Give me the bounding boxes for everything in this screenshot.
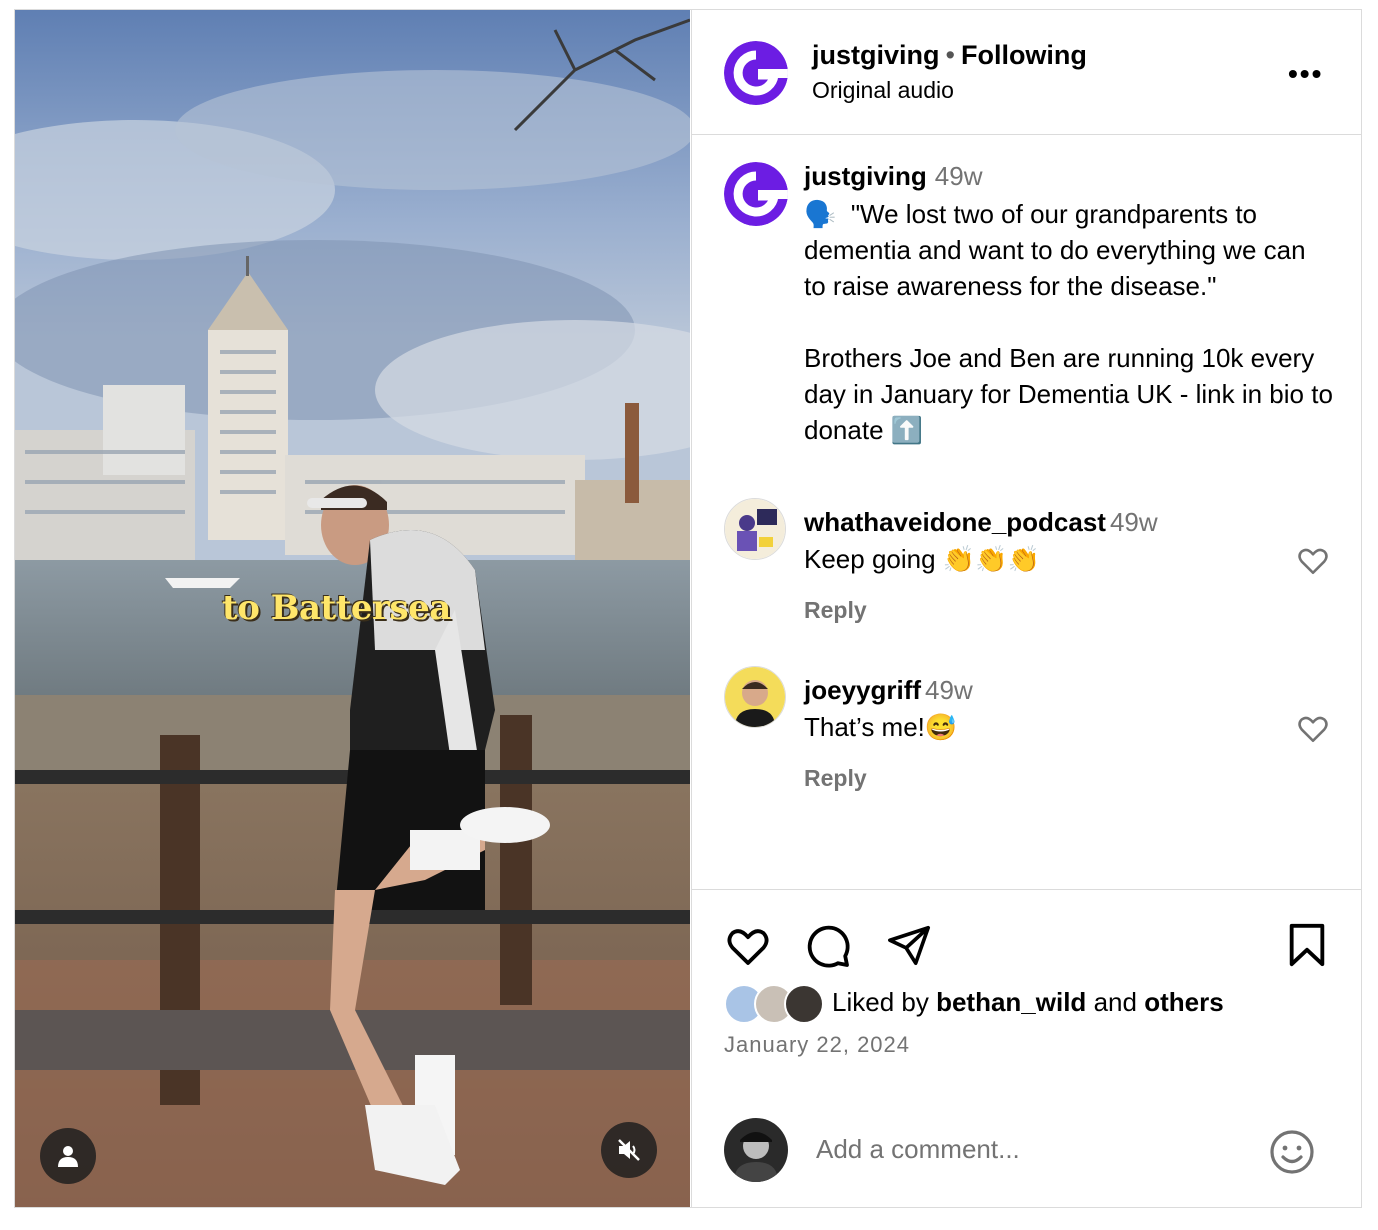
save-bookmark-icon[interactable] [1284,922,1330,968]
speaking-head-emoji: 🗣️ [804,199,837,229]
comment-meta: whathaveidone_podcast 49w [804,507,1158,538]
justgiving-avatar[interactable] [724,41,788,105]
caption-avatar[interactable] [724,162,788,226]
comment-avatar[interactable] [724,666,786,728]
comment-username[interactable]: whathaveidone_podcast [804,507,1106,537]
liker-avatar [784,984,824,1024]
caption-username[interactable]: justgiving [804,161,927,191]
post-details-panel: justgiving • Following Original audio ••• … [691,10,1362,1207]
caption-text-2: Brothers Joe and Ben are running 10k eve… [804,343,1333,445]
header-username[interactable]: justgiving [812,40,940,70]
original-audio-link[interactable]: Original audio [812,77,954,104]
speaker-muted-icon [618,1139,640,1161]
comment-bubble-icon[interactable] [804,922,852,970]
video-player[interactable]: to Battersea [15,10,690,1207]
post-actions: Liked by bethan_wild and others January … [692,889,1362,1208]
caption-paragraph-2: Brothers Joe and Ben are running 10k eve… [804,340,1334,448]
comments-section[interactable]: justgiving 49w 🗣️ "We lost two of our gra… [692,135,1362,889]
like-heart-icon[interactable] [724,922,772,970]
emoji-picker-icon[interactable] [1268,1128,1316,1176]
liked-by-avatars[interactable] [724,984,834,1024]
following-button[interactable]: Following [961,40,1087,70]
liked-prefix: Liked by [832,987,929,1017]
comment-like-heart-icon[interactable] [1296,543,1330,577]
more-options-button[interactable]: ••• [1288,58,1323,90]
justgiving-logo-icon [724,162,788,226]
comment-text: Keep going 👏👏👏 [804,544,1040,574]
person-icon [58,1146,78,1167]
liked-user-link[interactable]: bethan_wild [936,987,1086,1017]
liked-and: and [1093,987,1137,1017]
comment-meta: joeyygriff 49w [804,675,973,706]
comment-like-heart-icon[interactable] [1296,711,1330,745]
reply-button[interactable]: Reply [804,597,867,624]
caption-paragraph-1: 🗣️ "We lost two of our grandparents to d… [804,196,1334,304]
caption-text-1: "We lost two of our grandparents to deme… [804,199,1306,301]
post-header: justgiving • Following Original audio ••• [692,10,1362,135]
tagged-users-button[interactable] [40,1128,96,1184]
comment-time[interactable]: 49w [1110,507,1158,537]
share-send-icon[interactable] [886,922,932,968]
podcast-avatar-icon [725,499,785,559]
comment-time[interactable]: 49w [925,675,973,705]
joeyygriff-avatar-icon [725,667,785,727]
reply-button[interactable]: Reply [804,765,867,792]
post-frame: to Battersea justgiving • Following Orig… [14,9,1362,1208]
caption-meta: justgiving 49w [804,161,982,192]
liked-by-text: Liked by bethan_wild and others [832,987,1224,1018]
current-user-avatar[interactable] [724,1118,788,1182]
up-arrow-emoji: ⬆️ [890,415,924,445]
mute-toggle-button[interactable] [601,1122,657,1178]
comment-avatar[interactable] [724,498,786,560]
caption-time[interactable]: 49w [935,161,983,191]
comment-text: That’s me!😅 [804,712,958,742]
current-user-avatar-icon [724,1118,788,1182]
video-text-overlay: to Battersea [222,588,451,628]
liked-others-link[interactable]: others [1144,987,1223,1017]
post-date[interactable]: January 22, 2024 [724,1032,910,1058]
comment-username[interactable]: joeyygriff [804,675,921,705]
justgiving-logo-icon [724,41,788,105]
header-title: justgiving • Following [812,40,1087,71]
header-separator: • [945,40,955,70]
comment-input[interactable]: Add a comment... [816,1134,1020,1165]
